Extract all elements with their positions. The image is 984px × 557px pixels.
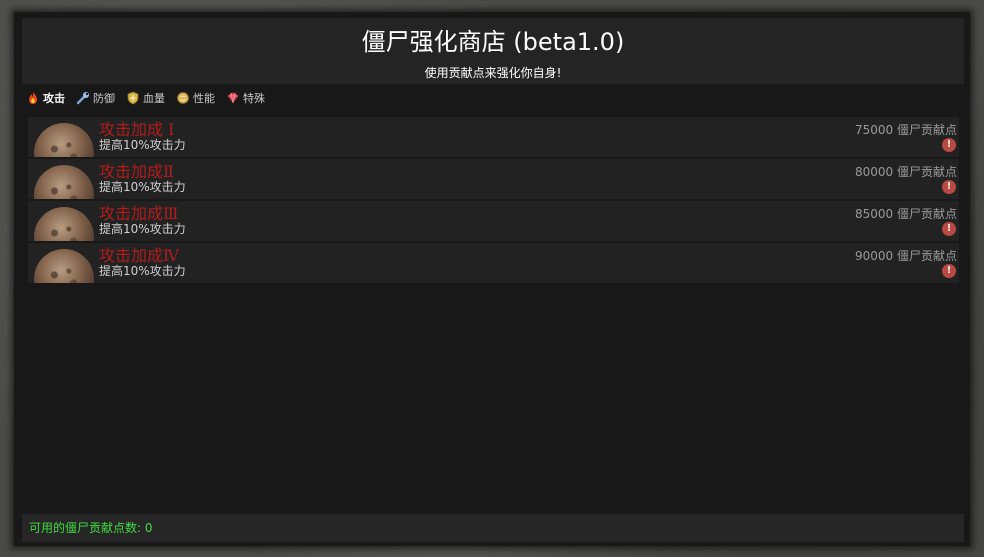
upgrade-thumbnail (34, 249, 94, 283)
item-name: 攻击加成Ⅳ (99, 246, 179, 265)
tab-attack-label: 攻击 (43, 92, 65, 105)
item-description: 提高10%攻击力 (99, 264, 186, 278)
item-price: 75000 僵尸贡献点 (855, 123, 957, 137)
available-points: 可用的僵尸贡献点数: 0 (29, 521, 153, 535)
upgrade-thumbnail (34, 165, 94, 199)
item-name: 攻击加成 Ⅰ (99, 120, 175, 139)
category-tabs: 攻击 防御 血量 性能 特殊 (26, 88, 265, 108)
shop-header: 僵尸强化商店 (beta1.0) 使用贡献点来强化你自身! (22, 18, 964, 84)
shop-panel: 僵尸强化商店 (beta1.0) 使用贡献点来强化你自身! 攻击 防御 血量 性… (14, 12, 970, 546)
tab-health-label: 血量 (143, 92, 165, 105)
wrench-icon (76, 91, 90, 105)
item-price: 90000 僵尸贡献点 (855, 249, 957, 263)
page-title: 僵尸强化商店 (beta1.0) (361, 28, 625, 56)
alert-icon[interactable]: ! (942, 138, 956, 152)
tab-defense[interactable]: 防御 (76, 90, 115, 106)
item-name: 攻击加成Ⅱ (99, 162, 174, 181)
alert-icon[interactable]: ! (942, 264, 956, 278)
alert-icon[interactable]: ! (942, 222, 956, 236)
gem-icon (226, 91, 240, 105)
status-bar: 可用的僵尸贡献点数: 0 (22, 514, 964, 542)
list-item[interactable]: 攻击加成Ⅳ 提高10%攻击力 90000 僵尸贡献点 ! (28, 243, 959, 283)
shield-icon (126, 91, 140, 105)
upgrade-thumbnail (34, 207, 94, 241)
upgrade-list: 攻击加成 Ⅰ 提高10%攻击力 75000 僵尸贡献点 ! 攻击加成Ⅱ 提高10… (28, 117, 959, 285)
item-description: 提高10%攻击力 (99, 222, 186, 236)
list-item[interactable]: 攻击加成Ⅱ 提高10%攻击力 80000 僵尸贡献点 ! (28, 159, 959, 199)
list-item[interactable]: 攻击加成 Ⅰ 提高10%攻击力 75000 僵尸贡献点 ! (28, 117, 959, 157)
coin-icon (176, 91, 190, 105)
tab-performance[interactable]: 性能 (176, 90, 215, 106)
tab-special-label: 特殊 (243, 92, 265, 105)
tab-special[interactable]: 特殊 (226, 90, 265, 106)
upgrade-thumbnail (34, 123, 94, 157)
tab-attack[interactable]: 攻击 (26, 90, 65, 106)
alert-icon[interactable]: ! (942, 180, 956, 194)
page-subtitle: 使用贡献点来强化你自身! (424, 66, 562, 80)
tab-defense-label: 防御 (93, 92, 115, 105)
item-name: 攻击加成Ⅲ (99, 204, 179, 223)
list-item[interactable]: 攻击加成Ⅲ 提高10%攻击力 85000 僵尸贡献点 ! (28, 201, 959, 241)
item-price: 85000 僵尸贡献点 (855, 207, 957, 221)
item-description: 提高10%攻击力 (99, 180, 186, 194)
tab-performance-label: 性能 (193, 92, 215, 105)
flame-icon (26, 91, 40, 105)
item-description: 提高10%攻击力 (99, 138, 186, 152)
tab-health[interactable]: 血量 (126, 90, 165, 106)
item-price: 80000 僵尸贡献点 (855, 165, 957, 179)
